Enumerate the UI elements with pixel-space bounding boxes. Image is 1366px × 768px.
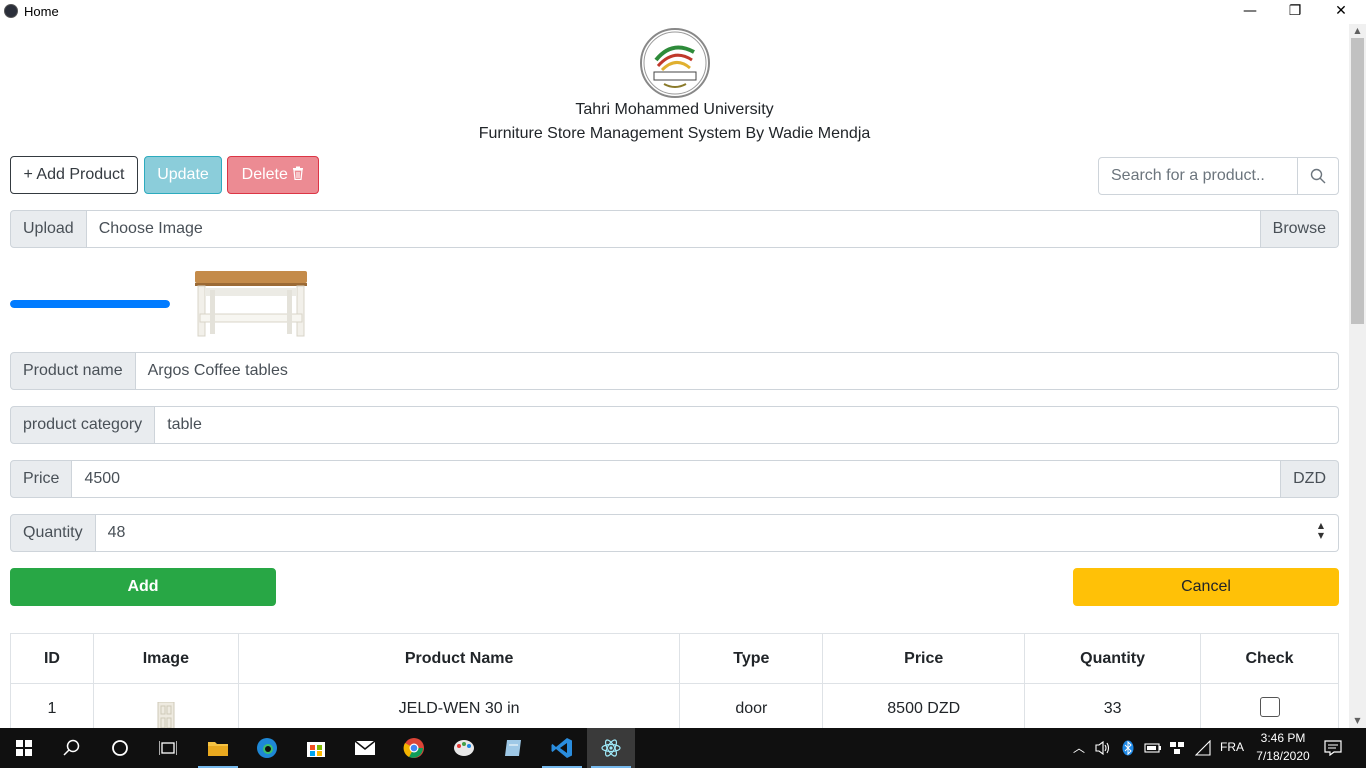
delete-button[interactable]: Delete	[227, 156, 319, 194]
upload-progress-fill	[10, 300, 170, 308]
windows-taskbar: ︿ FRA 3:46 PM 7/18/2020	[0, 728, 1366, 768]
university-logo	[640, 28, 710, 98]
browse-button[interactable]: Browse	[1260, 210, 1339, 248]
upload-group: Upload Choose Image Browse	[10, 210, 1339, 248]
battery-icon[interactable]	[1144, 741, 1162, 760]
update-button[interactable]: Update	[144, 156, 222, 194]
clock-date[interactable]: 7/18/2020	[1250, 749, 1316, 763]
product-image-preview	[192, 268, 310, 340]
mail-icon[interactable]	[341, 728, 389, 768]
close-button[interactable]: ✕	[1318, 0, 1364, 24]
table-row[interactable]: 1 JELD-WEN 30 in door 8500 DZD 33	[10, 683, 1339, 734]
col-price: Price	[822, 633, 1026, 684]
product-name-group: Product name Argos Coffee tables	[10, 352, 1339, 390]
col-product-name: Product Name	[237, 633, 681, 684]
cell-product-name: JELD-WEN 30 in	[237, 683, 681, 734]
col-type: Type	[679, 633, 824, 684]
quantity-stepper[interactable]: 48 ▲ ▼	[95, 514, 1339, 552]
scroll-up-icon[interactable]: ▲	[1349, 24, 1366, 38]
col-check: Check	[1200, 633, 1339, 684]
add-product-button[interactable]: + Add Product	[10, 156, 138, 194]
stepper-arrows-icon[interactable]: ▲ ▼	[1318, 521, 1324, 541]
cell-price: 8500 DZD	[822, 683, 1026, 734]
electron-app-taskbar-icon[interactable]	[587, 728, 635, 768]
col-id: ID	[10, 633, 94, 684]
price-group: Price 4500 DZD	[10, 460, 1339, 498]
show-hidden-icons-icon[interactable]: ︿	[1073, 739, 1085, 756]
notifications-icon[interactable]	[1324, 740, 1342, 761]
category-group: product category table	[10, 406, 1339, 444]
price-label: Price	[10, 460, 73, 498]
app-subtitle: Furniture Store Management System By Wad…	[478, 125, 871, 142]
cancel-button[interactable]: Cancel	[1073, 568, 1339, 606]
store-icon[interactable]	[292, 728, 340, 768]
cell-quantity: 33	[1024, 683, 1202, 734]
col-image: Image	[92, 633, 239, 684]
task-view-icon[interactable]	[144, 728, 192, 768]
volume-icon[interactable]	[1095, 740, 1111, 761]
quantity-value: 48	[107, 524, 126, 541]
delete-button-label: Delete	[241, 166, 288, 183]
minimize-button[interactable]: —	[1227, 0, 1273, 24]
search-button[interactable]	[1297, 157, 1339, 195]
windows-start-icon[interactable]	[0, 728, 48, 768]
file-explorer-icon[interactable]	[194, 728, 242, 768]
cell-type: door	[679, 683, 824, 734]
scroll-down-icon[interactable]: ▼	[1349, 714, 1366, 728]
clock-time[interactable]: 3:46 PM	[1253, 731, 1313, 745]
university-name: Tahri Mohammed University	[575, 101, 774, 118]
input-language[interactable]: FRA	[1220, 740, 1244, 754]
vertical-scrollbar[interactable]: ▲ ▼	[1349, 24, 1366, 728]
quantity-group: Quantity 48 ▲ ▼	[10, 514, 1339, 552]
trash-icon	[292, 166, 304, 183]
wifi-icon[interactable]	[1194, 739, 1211, 761]
table-header-row: ID Image Product Name Type Price Quantit…	[10, 633, 1339, 684]
cell-check	[1200, 683, 1339, 734]
product-name-label: Product name	[10, 352, 136, 390]
product-name-input[interactable]: Argos Coffee tables	[135, 352, 1339, 390]
notes-app-icon[interactable]	[489, 728, 537, 768]
choose-image-field[interactable]: Choose Image	[86, 210, 1261, 248]
search-input[interactable]: Search for a product..	[1098, 157, 1298, 195]
chrome-icon[interactable]	[390, 728, 438, 768]
edge-icon[interactable]	[243, 728, 291, 768]
quantity-label: Quantity	[10, 514, 96, 552]
col-quantity: Quantity	[1024, 633, 1202, 684]
search-taskbar-icon[interactable]	[48, 728, 96, 768]
cortana-icon[interactable]	[96, 728, 144, 768]
maximize-button[interactable]: ❐	[1272, 0, 1318, 24]
upload-progress-bar	[10, 300, 170, 308]
search-icon	[1310, 168, 1326, 184]
price-input[interactable]: 4500	[72, 460, 1282, 498]
electron-app-icon	[4, 4, 18, 18]
price-unit: DZD	[1281, 460, 1339, 498]
cell-image	[92, 683, 239, 734]
scrollbar-thumb[interactable]	[1351, 38, 1364, 324]
category-label: product category	[10, 406, 156, 444]
add-button[interactable]: Add	[10, 568, 276, 606]
window-title: Home	[24, 4, 59, 19]
row-checkbox[interactable]	[1259, 696, 1280, 717]
door-thumbnail	[157, 701, 175, 732]
paint-icon[interactable]	[440, 728, 488, 768]
category-input[interactable]: table	[155, 406, 1339, 444]
cell-id: 1	[10, 683, 94, 734]
bluetooth-icon[interactable]	[1122, 740, 1134, 761]
vscode-icon[interactable]	[538, 728, 586, 768]
network-icon[interactable]	[1169, 740, 1185, 761]
title-bar: Home — ❐ ✕	[0, 0, 1366, 24]
products-table: ID Image Product Name Type Price Quantit…	[10, 633, 1339, 734]
upload-label: Upload	[10, 210, 87, 248]
